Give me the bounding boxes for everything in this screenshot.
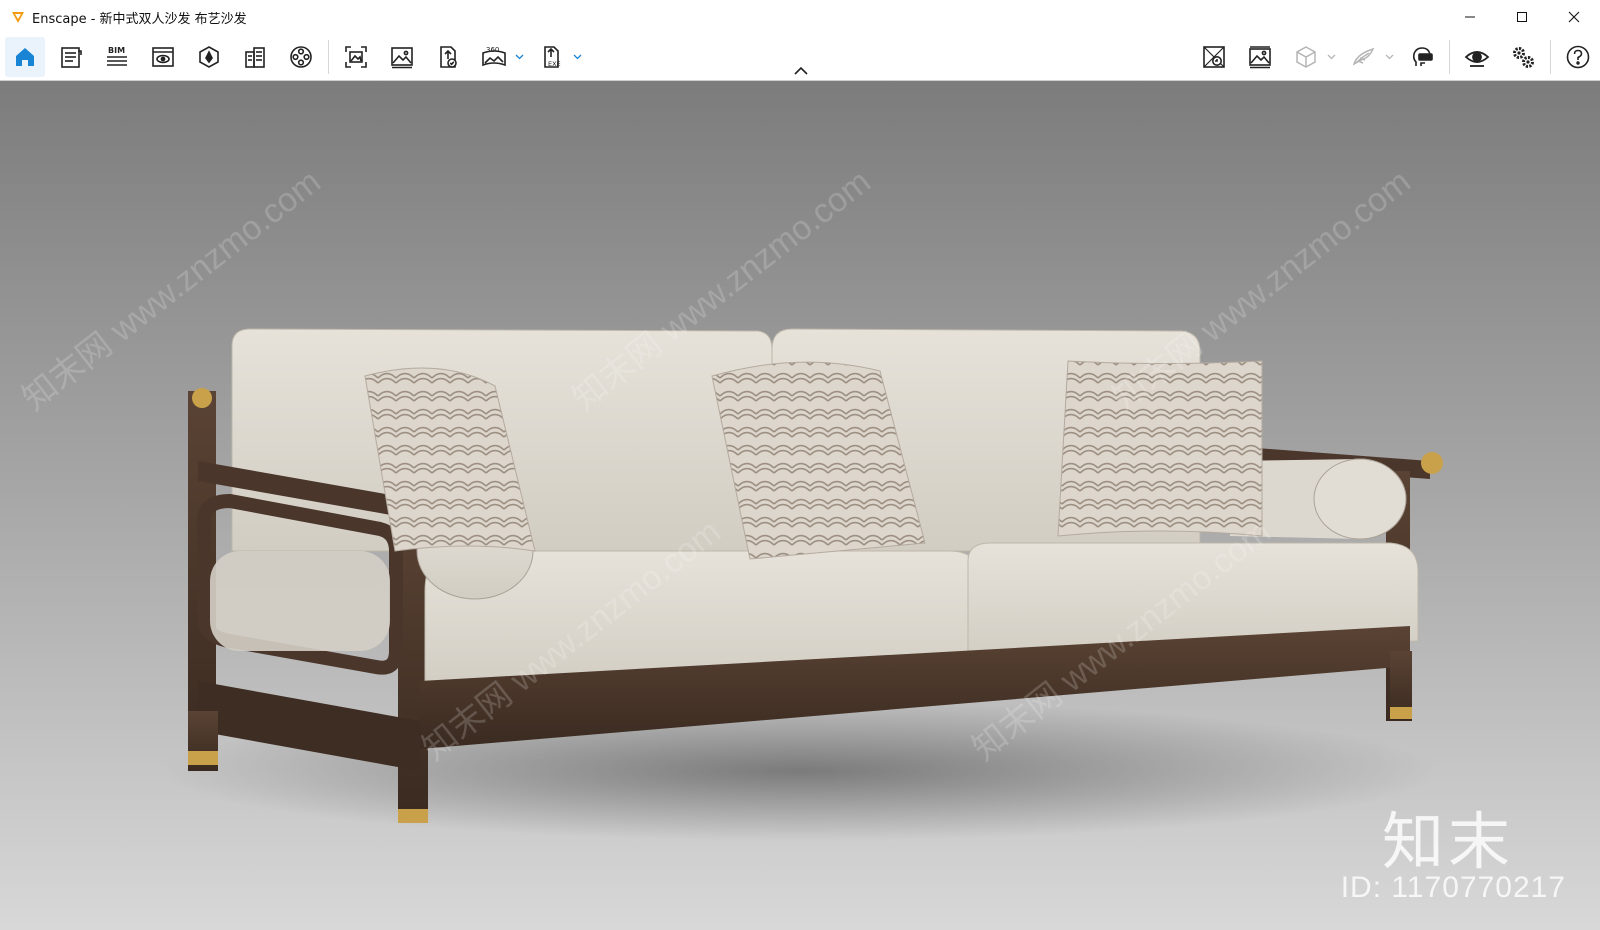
svg-text:BIM: BIM: [108, 46, 125, 55]
flight-mode-icon: [1352, 47, 1375, 66]
live-update-icon: [1203, 46, 1225, 68]
minimize-icon: [1465, 16, 1475, 18]
home-icon: [16, 48, 34, 66]
watermark-brand: 知末: [1381, 805, 1514, 878]
chevron-down-icon: [573, 54, 581, 60]
chevron-down-icon: [1327, 54, 1335, 60]
bim-info-icon: BIM: [107, 46, 127, 66]
window-controls: [1444, 0, 1600, 34]
panorama-button[interactable]: 360: [474, 37, 514, 77]
export-icon: EXE: [544, 46, 561, 68]
visual-settings-button[interactable]: [189, 37, 229, 77]
upload-button[interactable]: [428, 37, 468, 77]
screenshot-button[interactable]: [336, 37, 376, 77]
upload-icon: [440, 46, 457, 68]
flight-mode-dropdown[interactable]: [1383, 37, 1395, 77]
asset-library-icon: [61, 47, 82, 68]
material-editor-button[interactable]: [235, 37, 275, 77]
batch-render-icon: [391, 47, 413, 69]
home-button[interactable]: [5, 37, 45, 77]
help-icon: [1566, 45, 1590, 69]
window-title: Enscape - 新中式双人沙发 布艺沙发: [32, 11, 247, 27]
collapse-toolbar-button[interactable]: [791, 64, 811, 78]
toolbar-separator: [1550, 40, 1551, 74]
batch-render-button[interactable]: [382, 37, 422, 77]
material-editor-icon: [245, 47, 265, 68]
chevron-down-icon: [515, 54, 523, 60]
orthographic-dropdown[interactable]: [1325, 37, 1337, 77]
vr-headset-icon: [1412, 47, 1433, 66]
chevron-up-icon: [794, 67, 808, 75]
svg-text:360: 360: [486, 46, 499, 54]
chevron-down-icon: [1385, 54, 1393, 60]
close-icon: [1568, 11, 1580, 23]
svg-text:EXE: EXE: [548, 60, 561, 68]
export-dropdown[interactable]: [571, 37, 583, 77]
maximize-button[interactable]: [1496, 0, 1548, 34]
title-bar: Enscape - 新中式双人沙发 布艺沙发: [0, 0, 1600, 35]
panorama-icon: 360: [482, 46, 506, 67]
visual-settings-icon: [199, 46, 219, 68]
vr-headset-button[interactable]: [1402, 37, 1442, 77]
video-editor-icon: [290, 46, 312, 68]
capture-view-icon: [1249, 46, 1271, 69]
views-icon: [152, 47, 174, 67]
minimize-button[interactable]: [1444, 0, 1496, 34]
render-viewport[interactable]: 知末网 www.znzmo.com 知末网 www.znzmo.com 知末网 …: [0, 81, 1600, 930]
capture-view-button[interactable]: [1240, 37, 1280, 77]
toolbar-left-group: BIM 360 EXE: [2, 34, 587, 80]
toolbar-right-group: [1191, 34, 1600, 80]
help-button[interactable]: [1558, 37, 1598, 77]
watermark-id: ID: 1170770217: [1340, 871, 1566, 904]
export-button[interactable]: EXE: [532, 37, 572, 77]
preview-eye-icon: [1464, 51, 1490, 67]
asset-library-button[interactable]: [51, 37, 91, 77]
toolbar-separator: [328, 40, 329, 74]
bim-info-button[interactable]: BIM: [97, 37, 137, 77]
close-button[interactable]: [1548, 0, 1600, 34]
settings-gears-icon: [1513, 47, 1534, 68]
preview-eye-button[interactable]: [1457, 37, 1497, 77]
panorama-dropdown[interactable]: [513, 37, 525, 77]
flight-mode-button[interactable]: [1344, 37, 1384, 77]
toolbar-separator: [1449, 40, 1450, 74]
enscape-logo-icon: [12, 12, 24, 23]
orthographic-cube-button[interactable]: [1286, 37, 1326, 77]
settings-button[interactable]: [1503, 37, 1543, 77]
views-button[interactable]: [143, 37, 183, 77]
live-update-button[interactable]: [1194, 37, 1234, 77]
video-editor-button[interactable]: [281, 37, 321, 77]
screenshot-icon: [345, 46, 367, 68]
maximize-icon: [1517, 12, 1527, 22]
orthographic-cube-icon: [1296, 46, 1316, 68]
